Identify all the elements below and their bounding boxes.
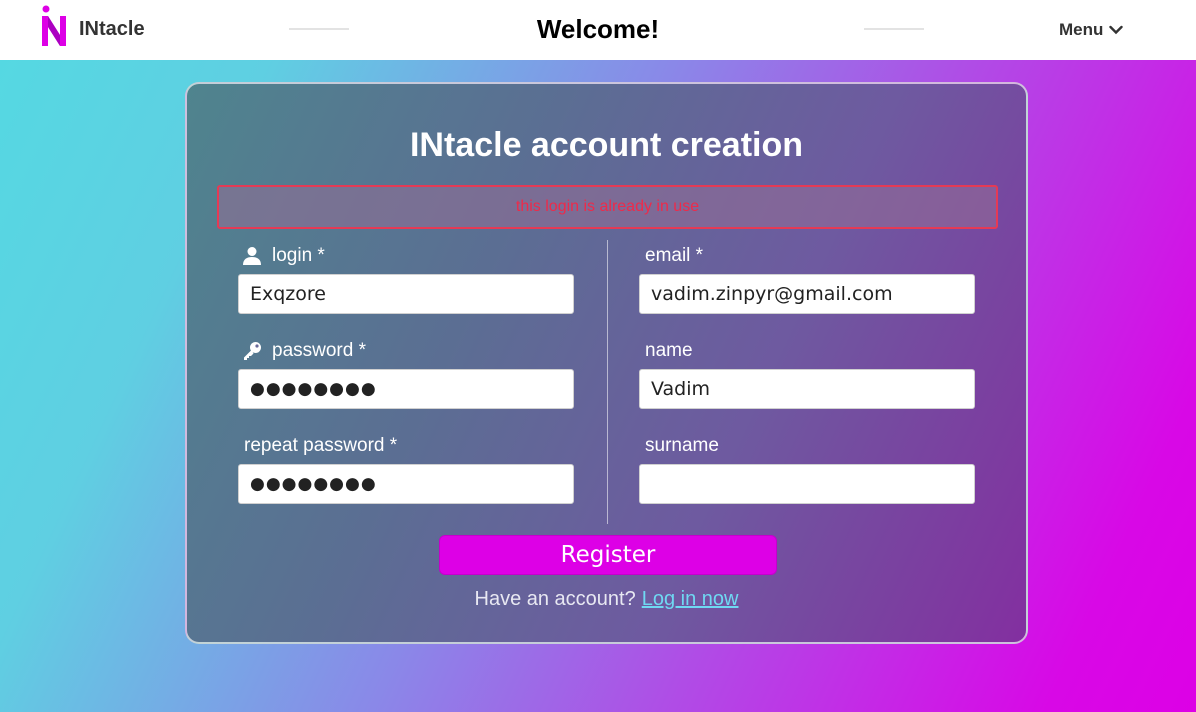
surname-label: surname [645,435,719,456]
user-icon [243,247,261,265]
header-divider-right [864,28,924,30]
key-icon [244,342,261,360]
login-input[interactable]: Exqzore [238,274,574,314]
surname-input[interactable] [639,464,975,504]
menu-button[interactable]: Menu [1059,20,1124,40]
registration-card: INtacle account creation this login is a… [185,82,1028,644]
login-link[interactable]: Log in now [642,588,739,610]
card-title: INtacle account creation [409,126,803,164]
name-label: name [645,340,693,361]
repeat-password-label: repeat password * [244,435,398,456]
register-button[interactable]: Register [439,535,777,575]
chevron-down-icon [1109,25,1124,35]
have-account-text: Have an account? [474,588,636,610]
error-message: this login is already in use [217,185,998,229]
password-input[interactable]: ●●●●●●●● [238,369,574,409]
name-input[interactable]: Vadim [639,369,975,409]
password-label-text: password * [272,340,366,361]
login-label: login * [242,245,325,267]
login-prompt: Have an account? Log in now [187,588,1026,611]
login-label-text: login * [272,245,325,266]
page-title: Welcome! [536,14,660,44]
repeat-password-input[interactable]: ●●●●●●●● [238,464,574,504]
menu-label: Menu [1059,20,1104,39]
email-input[interactable]: vadim.zinpyr@gmail.com [639,274,975,314]
password-label: password * [242,340,366,362]
email-label: email * [645,245,704,266]
top-header: INtacle Welcome! Menu [0,0,1196,60]
column-divider [607,240,608,524]
